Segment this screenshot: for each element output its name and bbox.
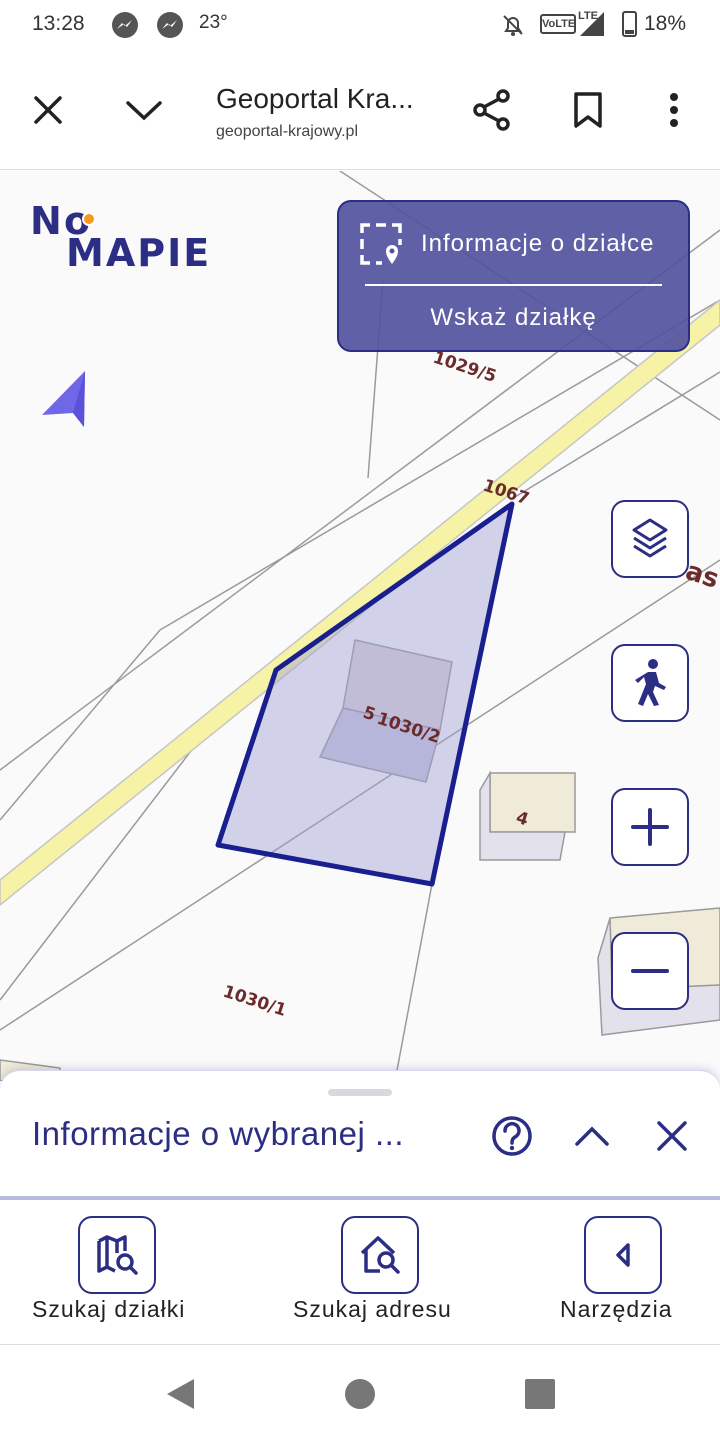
messenger-icon	[157, 12, 183, 38]
zoom-in-icon[interactable]	[611, 788, 689, 866]
chevron-up-icon[interactable]	[567, 1111, 617, 1161]
chevron-down-icon[interactable]	[109, 50, 179, 170]
nav-item-search-address[interactable]: Szukaj adresu	[280, 1200, 480, 1345]
status-time: 13:28	[32, 12, 85, 35]
parcel-label: 1029/5	[430, 348, 498, 387]
battery-icon	[622, 11, 637, 37]
sheet-drag-handle[interactable]	[328, 1089, 392, 1096]
recents-icon[interactable]	[520, 1374, 560, 1414]
bookmark-icon[interactable]	[553, 50, 623, 170]
parcel-label: 1030/1	[220, 982, 288, 1021]
map-search-icon	[78, 1216, 156, 1294]
page-url[interactable]: geoportal-krajowy.pl	[216, 123, 358, 141]
home-icon[interactable]	[340, 1374, 380, 1414]
system-navigation-bar	[0, 1346, 720, 1440]
more-vert-icon[interactable]	[639, 50, 709, 170]
logo-text-bottom: MAPIE	[66, 231, 212, 275]
nav-item-search-parcel[interactable]: Szukaj działki	[0, 1200, 235, 1345]
battery-percent: 18%	[644, 12, 687, 35]
building	[489, 772, 576, 833]
panel-divider	[365, 284, 662, 286]
nav-label: Narzędzia	[560, 1296, 673, 1322]
info-bottom-sheet[interactable]: Informacje o wybranej ...	[0, 1070, 720, 1200]
compass-icon[interactable]	[38, 365, 88, 438]
share-icon[interactable]	[457, 50, 527, 170]
bell-off-icon	[500, 12, 526, 43]
nav-item-tools[interactable]: Narzędzia	[545, 1200, 715, 1345]
messenger-icon	[112, 12, 138, 38]
close-icon[interactable]	[647, 1111, 697, 1161]
nav-label: Szukaj adresu	[293, 1296, 452, 1322]
layers-icon[interactable]	[611, 500, 689, 578]
pedestrian-icon[interactable]	[611, 644, 689, 722]
parcel-select-icon	[359, 222, 403, 271]
volte-badge: VoLTE	[540, 14, 576, 34]
signal-icon: LTE	[576, 8, 608, 43]
status-temperature: 23°	[199, 12, 228, 33]
status-bar: 13:28 23° VoLTE LTE 18%	[0, 0, 720, 50]
logo-pin-dot	[82, 212, 96, 226]
map-view[interactable]: 1029/5 1067 5 1030/2 4 1030/1 as N o MAP…	[0, 171, 720, 1081]
nav-label: Szukaj działki	[32, 1296, 186, 1322]
zoom-out-icon[interactable]	[611, 932, 689, 1010]
app-logo[interactable]: N o MAPIE	[30, 199, 220, 275]
select-parcel-button[interactable]: Wskaż działkę	[339, 304, 688, 332]
chevron-left-icon	[584, 1216, 662, 1294]
page-title[interactable]: Geoportal Kra...	[216, 83, 414, 115]
back-icon[interactable]	[160, 1374, 200, 1414]
close-icon[interactable]	[13, 50, 83, 170]
help-icon[interactable]	[487, 1111, 537, 1161]
parcel-info-panel[interactable]: Informacje o działce Wskaż działkę	[337, 200, 690, 352]
sheet-title: Informacje o wybranej ...	[32, 1115, 404, 1152]
network-type-label: LTE	[578, 10, 598, 22]
bottom-navigation: Szukaj działki Szukaj adresu Narzędzia	[0, 1200, 720, 1345]
logo-text-top: N	[30, 199, 63, 243]
browser-toolbar: Geoportal Kra... geoportal-krajowy.pl	[0, 50, 720, 170]
home-search-icon	[341, 1216, 419, 1294]
parcel-info-title: Informacje o działce	[421, 230, 655, 257]
